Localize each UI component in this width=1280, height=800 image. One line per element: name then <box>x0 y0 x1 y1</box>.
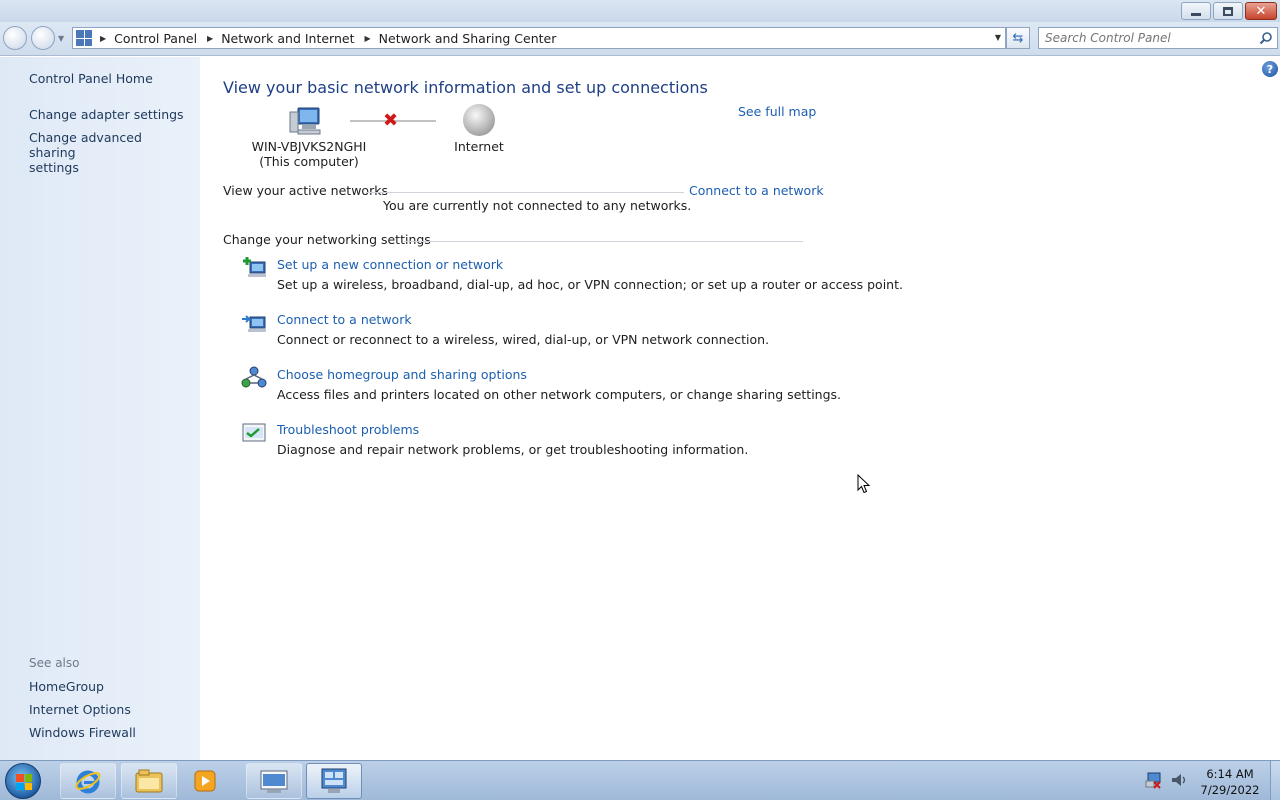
troubleshoot-problems-description: Diagnose and repair network problems, or… <box>277 442 749 457</box>
taskbar-clock[interactable]: 6:14 AM 7/29/2022 <box>1186 766 1274 798</box>
troubleshoot-icon[interactable] <box>241 421 267 445</box>
internet-globe-icon[interactable] <box>463 104 495 136</box>
help-icon[interactable]: ? <box>1262 61 1278 77</box>
main-content: ? View your basic network information an… <box>200 57 1280 760</box>
navigation-bar: ▼ ▶ Control Panel ▶ Network and Internet… <box>0 22 1280 56</box>
computer-label: WIN-VBJVKS2NGHI (This computer) <box>240 139 378 169</box>
mouse-cursor-icon <box>857 474 871 494</box>
taskbar-windows-explorer[interactable] <box>121 763 177 799</box>
close-icon: ✕ <box>1255 3 1267 19</box>
internet-label: Internet <box>454 139 504 154</box>
divider <box>366 192 684 193</box>
connect-to-network-description: Connect or reconnect to a wireless, wire… <box>277 332 770 347</box>
taskbar-network-window[interactable] <box>246 763 302 799</box>
control-panel-home-link[interactable]: Control Panel Home <box>29 71 153 86</box>
breadcrumb-network-and-sharing-center[interactable]: Network and Sharing Center <box>379 31 557 46</box>
connect-to-network-link[interactable]: Connect to a network <box>689 183 824 198</box>
address-dropdown-icon[interactable]: ▼ <box>995 33 1001 42</box>
taskbar: 6:14 AM 7/29/2022 <box>0 760 1280 800</box>
change-adapter-settings-link[interactable]: Change adapter settings <box>29 107 184 122</box>
clock-date: 7/29/2022 <box>1200 783 1260 797</box>
forward-button[interactable] <box>31 26 55 50</box>
breadcrumb-network-and-internet[interactable]: Network and Internet <box>221 31 354 46</box>
new-connection-icon[interactable] <box>241 256 267 280</box>
minimize-icon <box>1191 12 1201 16</box>
show-desktop-button[interactable] <box>1270 761 1280 800</box>
page-title: View your basic network information and … <box>223 78 708 97</box>
network-window-icon <box>260 770 288 793</box>
networking-settings-heading: Change your networking settings <box>223 232 431 247</box>
computer-name: WIN-VBJVKS2NGHI <box>251 139 367 154</box>
clock-time: 6:14 AM <box>1206 767 1254 781</box>
taskbar-media-player[interactable] <box>182 763 228 799</box>
taskbar-internet-explorer[interactable] <box>60 763 116 799</box>
homegroup-link[interactable]: HomeGroup <box>29 679 104 694</box>
change-advanced-sharing-settings-link[interactable]: Change advanced sharing settings <box>29 130 189 175</box>
breadcrumb-arrow-icon[interactable]: ▶ <box>207 34 213 43</box>
breadcrumb-arrow-icon[interactable]: ▶ <box>100 34 106 43</box>
not-connected-message: You are currently not connected to any n… <box>383 198 692 213</box>
search-icon[interactable] <box>1259 31 1273 45</box>
folder-icon <box>135 769 163 793</box>
control-panel-icon <box>76 30 92 46</box>
refresh-icon: ⇆ <box>1012 30 1024 46</box>
troubleshoot-problems-link[interactable]: Troubleshoot problems <box>277 422 419 437</box>
computer-subtitle: (This computer) <box>259 154 359 169</box>
restore-icon <box>1223 6 1233 16</box>
search-box[interactable] <box>1038 27 1278 49</box>
recent-pages-dropdown-icon[interactable]: ▼ <box>58 34 64 43</box>
homegroup-icon[interactable] <box>241 366 267 390</box>
divider <box>404 241 803 242</box>
see-also-label: See also <box>29 656 80 670</box>
refresh-button[interactable]: ⇆ <box>1006 27 1030 49</box>
left-pane: Control Panel Home Change adapter settin… <box>0 57 200 760</box>
search-input[interactable] <box>1039 28 1253 48</box>
title-bar: ✕ <box>0 0 1280 22</box>
homegroup-sharing-options-link[interactable]: Choose homegroup and sharing options <box>277 367 527 382</box>
address-bar[interactable]: ▶ Control Panel ▶ Network and Internet ▶… <box>72 27 1006 49</box>
internet-options-link[interactable]: Internet Options <box>29 702 131 717</box>
setup-new-connection-link[interactable]: Set up a new connection or network <box>277 257 503 272</box>
internet-explorer-icon <box>75 770 101 794</box>
taskbar-control-panel[interactable] <box>306 763 362 799</box>
media-player-icon <box>194 770 216 792</box>
see-full-map-link[interactable]: See full map <box>738 104 816 119</box>
disconnected-x-icon[interactable]: ✖ <box>383 110 398 131</box>
windows-logo-icon <box>16 774 32 790</box>
close-button[interactable]: ✕ <box>1245 2 1277 20</box>
homegroup-sharing-description: Access files and printers located on oth… <box>277 387 842 402</box>
windows-firewall-link[interactable]: Windows Firewall <box>29 725 136 740</box>
back-button[interactable] <box>3 26 27 50</box>
setup-new-connection-description: Set up a wireless, broadband, dial-up, a… <box>277 277 903 292</box>
maximize-button[interactable] <box>1213 2 1243 20</box>
computer-icon[interactable] <box>289 106 321 136</box>
start-button[interactable] <box>5 763 41 799</box>
breadcrumb-control-panel[interactable]: Control Panel <box>114 31 197 46</box>
breadcrumb-arrow-icon[interactable]: ▶ <box>365 34 371 43</box>
active-networks-heading: View your active networks <box>223 183 388 198</box>
minimize-button[interactable] <box>1181 2 1211 20</box>
control-panel-icon <box>321 768 347 793</box>
connect-network-icon[interactable] <box>241 311 267 335</box>
network-disconnected-tray-icon[interactable] <box>1144 771 1162 789</box>
connect-to-network-task-link[interactable]: Connect to a network <box>277 312 412 327</box>
